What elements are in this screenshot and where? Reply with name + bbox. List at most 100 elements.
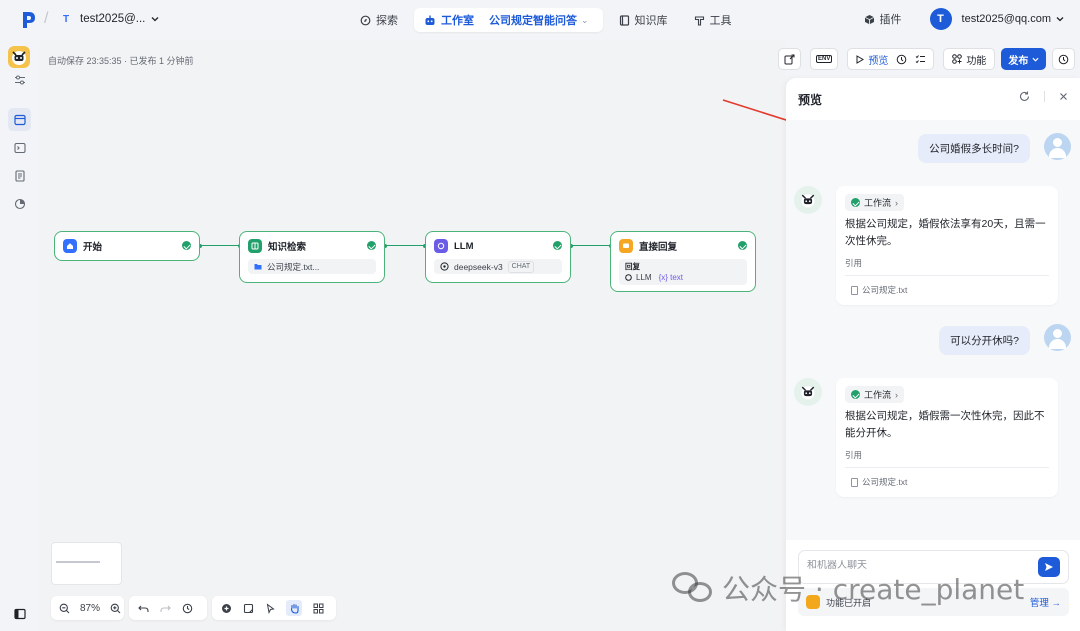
node-direct-reply[interactable]: 直接回复 回复 LLM {x} text (610, 231, 756, 292)
preview-panel: 预览 公司婚假多长时间? 工作流 › 根据公司规定，婚假依法享有20天，且需一次… (786, 78, 1080, 631)
watermark: 公众号 · create_planet (672, 568, 1024, 608)
workflow-canvas[interactable]: 自动保存 23:35:35 · 已发布 1 分钟前 开始 知识检索 公司规定.t… (38, 40, 786, 631)
file-icon (851, 285, 858, 295)
preview-button[interactable]: 预览 (855, 52, 888, 67)
nav-knowledge[interactable]: 知识库 (609, 8, 678, 32)
llm-icon (625, 274, 632, 281)
manage-label: 管理 (1029, 598, 1049, 609)
run-history-icon[interactable] (896, 54, 907, 65)
minimap-nodes (56, 561, 100, 563)
divider (1044, 91, 1045, 102)
citation-label: 引用 (845, 449, 1049, 468)
edge-start-knowledge (200, 245, 240, 247)
node-start-header: 开始 (63, 239, 191, 253)
checklist-icon[interactable] (915, 54, 926, 65)
publish-button[interactable]: 发布 (1001, 48, 1047, 70)
add-node-icon[interactable] (220, 602, 232, 614)
plugin-button[interactable]: 插件 (864, 11, 920, 27)
chevron-down-icon (1032, 57, 1039, 62)
explore-icon (360, 15, 371, 25)
play-icon (856, 54, 865, 64)
user-message-text: 公司婚假多长时间? (929, 143, 1019, 155)
node-reply-header: 直接回复 (619, 239, 747, 253)
apps-icon (952, 54, 963, 64)
add-note-icon[interactable] (242, 602, 254, 614)
user-message-text: 可以分开休吗? (950, 335, 1019, 347)
undo-icon[interactable] (137, 602, 149, 614)
minimap[interactable] (51, 542, 122, 585)
citation-file[interactable]: 公司规定.txt (851, 476, 1049, 488)
refresh-icon[interactable] (1019, 91, 1030, 102)
zoom-level: 87% (80, 602, 101, 614)
nav-explore[interactable]: 探索 (350, 8, 408, 32)
analytics-icon[interactable] (8, 192, 31, 215)
zoom-out-icon[interactable] (59, 602, 70, 614)
node-llm-title: LLM (454, 240, 474, 252)
pointer-icon[interactable] (264, 602, 276, 614)
reply-content-label: 回复 (625, 262, 640, 271)
send-button[interactable] (1038, 557, 1060, 577)
llm-model-name: deepseek-v3 (454, 261, 503, 272)
chevron-down-icon: ⌄ (581, 14, 589, 25)
chat-messages[interactable]: 公司婚假多长时间? 工作流 › 根据公司规定，婚假依法享有20天，且需一次性休完… (786, 120, 1080, 540)
reply-variable: LLM {x} text (625, 273, 741, 282)
history-controls (129, 596, 207, 620)
citation-file[interactable]: 公司规定.txt (851, 284, 1049, 296)
main-nav: 探索 工作室 公司规定智能问答 ⌄ 知识库 工具 (350, 7, 742, 33)
logs-icon[interactable] (8, 164, 31, 187)
workflow-trace-toggle[interactable]: 工作流 › (845, 194, 905, 211)
user-avatar (1044, 324, 1071, 351)
hand-pan-icon[interactable] (286, 600, 302, 616)
chevron-right-icon: › (895, 197, 899, 208)
success-check-icon (367, 241, 376, 250)
settings-sliders-icon[interactable] (8, 68, 31, 91)
env-button[interactable]: ENV (810, 48, 839, 70)
node-reply-title: 直接回复 (639, 242, 678, 253)
preview-panel-title: 预览 (798, 93, 823, 107)
redo-icon[interactable] (159, 602, 171, 614)
workspace-selector[interactable]: T test2025@... (58, 11, 159, 27)
function-button[interactable]: 功能 (943, 48, 996, 70)
app-logo[interactable] (22, 11, 36, 29)
version-history-button[interactable] (1052, 48, 1076, 70)
history-icon[interactable] (181, 602, 193, 614)
user-avatar[interactable]: T (929, 8, 952, 30)
breadcrumb-separator: / (44, 10, 49, 27)
top-bar: / T test2025@... 探索 工作室 公司规定智能问答 ⌄ 知识库 工… (0, 0, 1080, 40)
terminal-icon[interactable] (8, 136, 31, 159)
node-start[interactable]: 开始 (54, 231, 200, 261)
node-llm[interactable]: LLM deepseek-v3 CHAT (425, 231, 571, 283)
import-button[interactable] (778, 48, 801, 70)
home-icon (63, 239, 77, 253)
user-email: test2025@qq.com (961, 13, 1051, 25)
bot-message-text: 根据公司规定，婚假需一次性休完，因此不能分开休。 (845, 410, 1045, 439)
chevron-right-icon: › (895, 389, 899, 400)
success-check-icon (851, 390, 860, 399)
nav-studio[interactable]: 工作室 公司规定智能问答 ⌄ (414, 8, 603, 32)
chevron-down-icon (151, 17, 159, 22)
bot-message: 工作流 › 根据公司规定，婚假依法享有20天，且需一次性休完。 引用 公司规定.… (836, 186, 1058, 305)
node-knowledge-retrieval[interactable]: 知识检索 公司规定.txt... (239, 231, 385, 283)
reply-variable-source: LLM (636, 273, 652, 282)
current-app-selector[interactable]: 公司规定智能问答 ⌄ (485, 12, 593, 28)
current-app-name: 公司规定智能问答 (489, 15, 577, 27)
toggle-sidebar-icon[interactable] (8, 602, 31, 625)
nav-tools[interactable]: 工具 (684, 8, 742, 32)
knowledge-source-name: 公司规定.txt... (267, 261, 320, 272)
workflow-trace-label: 工作流 (864, 198, 892, 208)
manage-link[interactable]: 管理 → (1030, 595, 1061, 609)
reply-content: 回复 LLM {x} text (619, 259, 747, 285)
workflow-trace-toggle[interactable]: 工作流 › (845, 386, 905, 403)
user-message: 公司婚假多长时间? (918, 134, 1030, 163)
deepseek-icon (440, 262, 449, 271)
nav-studio-label: 工作室 (441, 15, 474, 27)
canvas-tools (212, 596, 336, 620)
workflow-editor-icon[interactable] (8, 108, 31, 131)
zoom-in-icon[interactable] (110, 602, 121, 614)
close-icon[interactable] (1059, 92, 1068, 101)
bot-avatar-icon[interactable] (8, 46, 30, 68)
layout-grid-icon[interactable] (312, 602, 324, 614)
success-check-icon (182, 241, 191, 250)
user-menu[interactable]: test2025@qq.com (962, 13, 1064, 25)
workflow-toolbar: ENV 预览 功能 发布 (778, 48, 1076, 70)
